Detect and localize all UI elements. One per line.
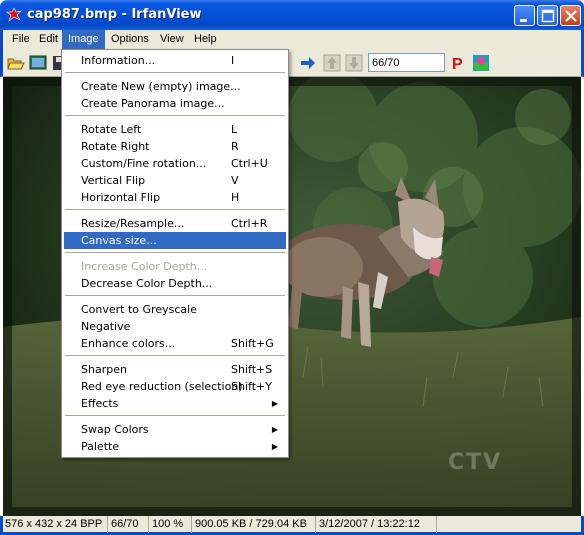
status-dimensions: 576 x 432 x 24 BPP	[3, 516, 108, 533]
menu-separator	[65, 72, 285, 73]
status-zoom: 100 %	[150, 516, 192, 533]
menu-item-negative[interactable]: Negative	[64, 318, 286, 335]
minimize-icon	[520, 19, 527, 22]
submenu-arrow-icon: ▶	[271, 442, 278, 451]
menu-image[interactable]: Image	[62, 30, 105, 49]
submenu-arrow-icon: ▶	[271, 399, 278, 408]
svg-text:P: P	[452, 56, 463, 72]
close-button[interactable]	[560, 5, 581, 26]
menu-separator	[65, 252, 285, 253]
maximize-icon	[541, 9, 555, 23]
menu-bar: File Edit Image Options View Help	[0, 30, 584, 49]
status-bar: 576 x 432 x 24 BPP 66/70 100 % 900.05 KB…	[0, 516, 584, 535]
irfanview-app-icon	[6, 7, 22, 22]
menu-item-swap-colors[interactable]: Swap Colors ▶	[64, 421, 286, 438]
menu-separator	[65, 209, 285, 210]
status-page: 66/70	[109, 516, 149, 533]
status-datetime: 3/12/2007 / 13:22:12	[317, 516, 437, 533]
menu-item-rotate-right[interactable]: Rotate Right R	[64, 138, 286, 155]
up-arrow-icon[interactable]	[323, 54, 341, 72]
open-folder-icon[interactable]	[7, 54, 25, 72]
print-icon[interactable]: P	[449, 54, 467, 72]
menu-item-horizontal-flip[interactable]: Horizontal Flip H	[64, 189, 286, 206]
menu-item-resize-resample[interactable]: Resize/Resample... Ctrl+R	[64, 215, 286, 232]
menu-item-vertical-flip[interactable]: Vertical Flip V	[64, 172, 286, 189]
menu-item-effects[interactable]: Effects ▶	[64, 395, 286, 412]
menu-separator	[65, 355, 285, 356]
menu-view[interactable]: View	[154, 30, 190, 49]
menu-item-enhance-colors[interactable]: Enhance colors... Shift+G	[64, 335, 286, 352]
window-title: cap987.bmp - IrfanView	[27, 7, 202, 22]
menu-help[interactable]: Help	[188, 30, 223, 49]
minimize-button[interactable]	[514, 5, 535, 26]
menu-item-rotate-left[interactable]: Rotate Left L	[64, 121, 286, 138]
title-bar[interactable]: cap987.bmp - IrfanView	[0, 0, 584, 30]
image-menu-dropdown: Information... I Create New (empty) image…	[61, 49, 289, 458]
image-watermark: CTV	[448, 450, 503, 475]
menu-file[interactable]: File	[6, 30, 36, 49]
info-icon[interactable]	[472, 54, 490, 72]
menu-options[interactable]: Options	[105, 30, 155, 49]
slideshow-icon[interactable]	[29, 54, 47, 72]
menu-item-palette[interactable]: Palette ▶	[64, 438, 286, 455]
submenu-arrow-icon: ▶	[271, 425, 278, 434]
page-number-field[interactable]	[368, 53, 445, 72]
menu-item-create-new[interactable]: Create New (empty) image...	[64, 78, 286, 95]
menu-item-increase-color-depth: Increase Color Depth...	[81, 260, 208, 273]
menu-separator	[65, 415, 285, 416]
menu-item-information[interactable]: Information... I	[64, 52, 286, 69]
menu-item-create-panorama[interactable]: Create Panorama image...	[64, 95, 286, 112]
menu-edit[interactable]: Edit	[33, 30, 64, 49]
menu-item-red-eye-reduction[interactable]: Red eye reduction (selection) Shift+Y	[64, 378, 286, 395]
menu-separator	[65, 115, 285, 116]
menu-item-sharpen[interactable]: Sharpen Shift+S	[64, 361, 286, 378]
close-icon	[565, 10, 577, 22]
next-arrow-icon[interactable]	[299, 54, 317, 72]
menu-item-canvas-size[interactable]: Canvas size...	[64, 232, 286, 249]
menu-item-convert-greyscale[interactable]: Convert to Greyscale	[64, 301, 286, 318]
maximize-button[interactable]	[537, 5, 558, 26]
down-arrow-icon[interactable]	[345, 54, 363, 72]
menu-separator	[65, 295, 285, 296]
menu-item-custom-rotation[interactable]: Custom/Fine rotation... Ctrl+U	[64, 155, 286, 172]
status-file-size: 900.05 KB / 729.04 KB	[193, 516, 316, 533]
menu-item-decrease-color-depth[interactable]: Decrease Color Depth...	[64, 275, 286, 292]
